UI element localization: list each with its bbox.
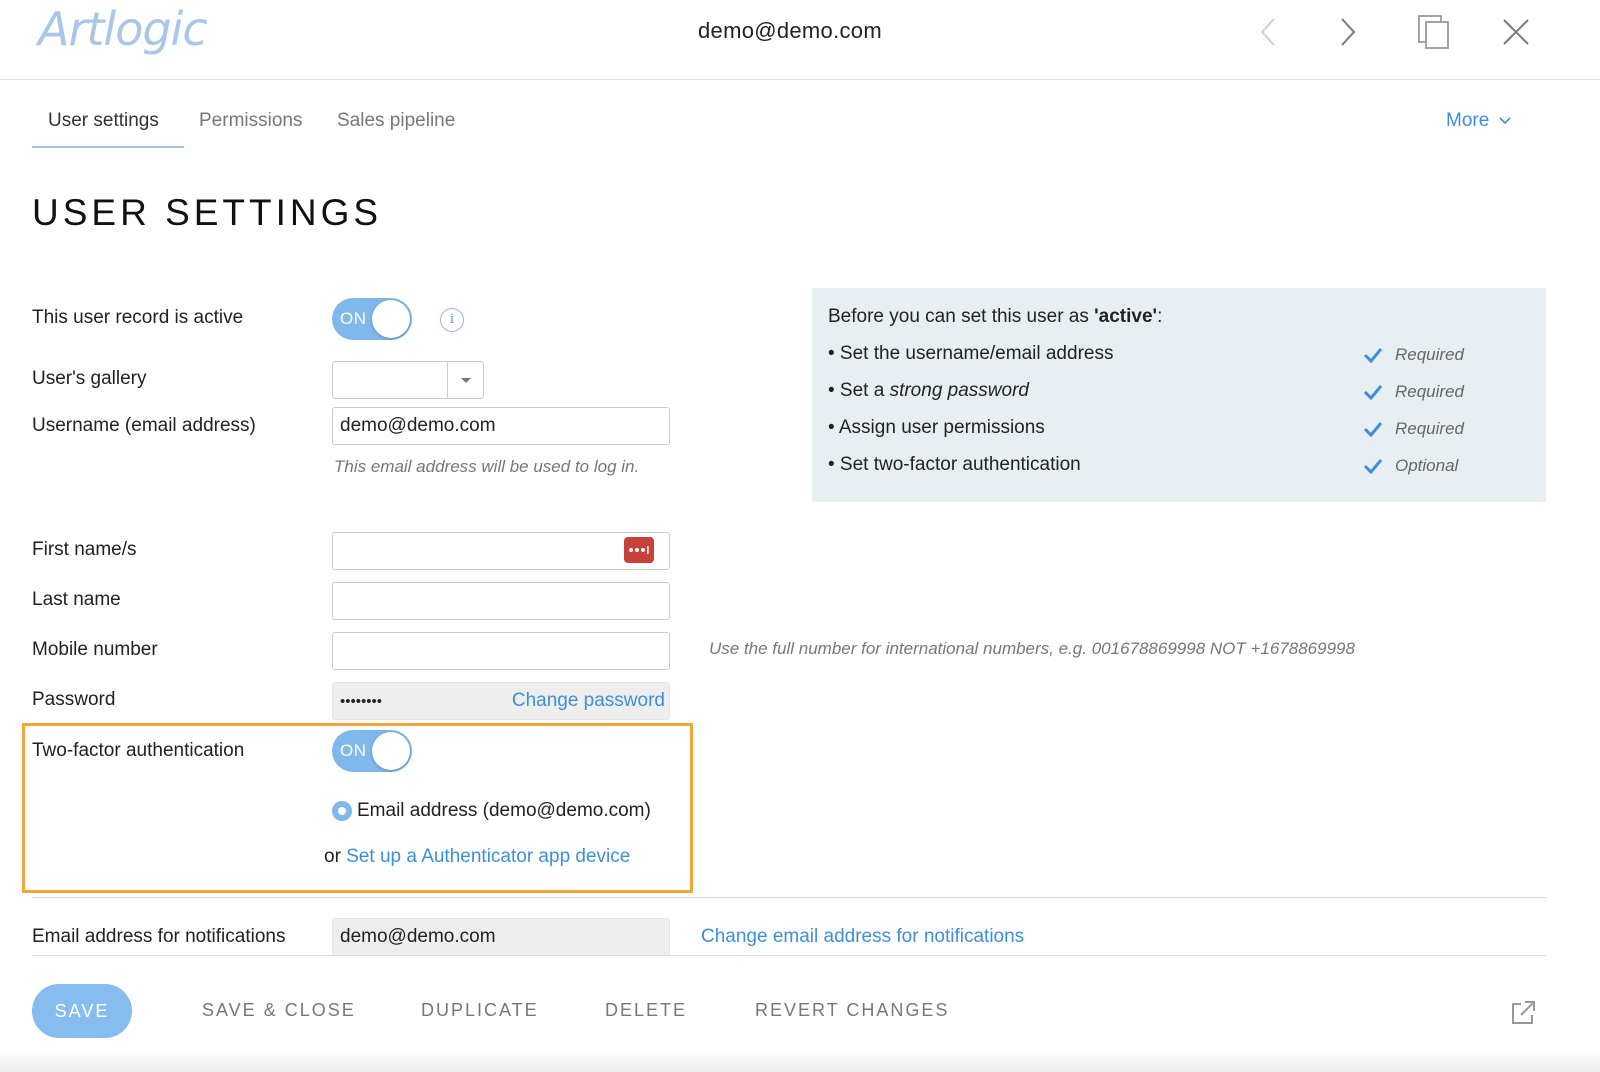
requirements-intro-end: :	[1157, 306, 1163, 327]
active-toggle[interactable]: ON	[332, 298, 412, 340]
revert-changes-button[interactable]: REVERT CHANGES	[755, 1000, 949, 1021]
mobile-label: Mobile number	[32, 639, 158, 660]
authenticator-row: or Set up a Authenticator app device	[324, 846, 630, 868]
select-divider	[447, 362, 448, 398]
bottom-shade	[0, 1050, 1600, 1072]
requirement-status: Optional	[1395, 456, 1459, 475]
notify-email-field: demo@demo.com	[332, 918, 670, 956]
password-label: Password	[32, 689, 116, 710]
username-hint: This email address will be used to log i…	[334, 457, 640, 476]
email-radio-label[interactable]: Email address (demo@demo.com)	[357, 800, 651, 822]
requirement-text: • Assign user permissions	[828, 417, 1045, 439]
requirement-text: • Set two-factor authentication	[828, 454, 1081, 476]
requirements-intro: Before you can set this user as	[828, 306, 1095, 327]
top-bar: Artlogic demo@demo.com	[0, 0, 1600, 80]
page-title: USER SETTINGS	[32, 192, 383, 233]
or-text: or	[324, 846, 341, 867]
check-icon	[1363, 459, 1383, 475]
gallery-select[interactable]	[332, 361, 484, 399]
more-label: More	[1446, 110, 1490, 131]
requirement-row: • Set the username/email address Require…	[828, 343, 1528, 373]
last-name-input[interactable]	[332, 582, 670, 620]
requirement-row: • Assign user permissions Required	[828, 417, 1528, 447]
requirement-row: • Set two-factor authentication Optional	[828, 454, 1528, 484]
tab-permissions[interactable]: Permissions	[183, 104, 318, 148]
save-button[interactable]: SAVE	[32, 984, 132, 1038]
action-bar: SAVE SAVE & CLOSE DUPLICATE DELETE REVER…	[0, 984, 1600, 1040]
check-icon	[1363, 385, 1383, 401]
change-password-link[interactable]: Change password	[512, 683, 665, 719]
requirement-emphasis: strong password	[889, 380, 1029, 401]
chevron-left-icon[interactable]	[1248, 12, 1288, 52]
requirement-status: Required	[1395, 382, 1464, 401]
two-factor-toggle[interactable]: ON	[332, 730, 412, 772]
mobile-input[interactable]	[332, 632, 670, 670]
username-input[interactable]: demo@demo.com	[332, 407, 670, 445]
chevron-right-icon[interactable]	[1328, 12, 1368, 52]
copy-icon[interactable]	[1414, 12, 1454, 52]
requirement-prefix: • Assign user permissions	[828, 417, 1045, 438]
delete-button[interactable]: DELETE	[605, 1000, 687, 1021]
change-notify-email-link[interactable]: Change email address for notifications	[701, 926, 1024, 948]
requirement-prefix: • Set a	[828, 380, 890, 401]
email-radio[interactable]	[332, 801, 352, 821]
gallery-label: User's gallery	[32, 368, 147, 389]
password-field: •••••••• Change password	[332, 682, 670, 720]
last-name-label: Last name	[32, 589, 121, 610]
toggle-knob	[372, 300, 410, 338]
requirement-row: • Set a strong password Required	[828, 380, 1528, 410]
requirements-panel: Before you can set this user as 'active'…	[812, 288, 1546, 502]
requirement-prefix: • Set two-factor authentication	[828, 454, 1081, 475]
authenticator-app-link[interactable]: Set up a Authenticator app device	[346, 846, 630, 867]
first-name-input[interactable]	[332, 532, 670, 570]
divider	[32, 955, 1546, 956]
password-dots: ••••••••	[340, 693, 383, 710]
duplicate-button[interactable]: DUPLICATE	[421, 1000, 539, 1021]
radio-dot	[338, 807, 346, 815]
requirement-status: Required	[1395, 345, 1464, 364]
active-label: This user record is active	[32, 307, 244, 328]
two-factor-toggle-text: ON	[340, 741, 367, 760]
requirements-intro-bold: 'active'	[1094, 306, 1158, 327]
more-menu[interactable]: More	[1446, 110, 1511, 132]
chevron-down-icon	[1499, 117, 1511, 125]
requirements-heading: Before you can set this user as 'active'…	[828, 306, 1162, 328]
first-name-label: First name/s	[32, 539, 137, 560]
two-factor-label: Two-factor authentication	[32, 740, 245, 761]
requirement-text: • Set a strong password	[828, 380, 1029, 402]
external-link-icon[interactable]	[1508, 998, 1538, 1028]
requirement-text: • Set the username/email address	[828, 343, 1113, 365]
caret-down-icon	[461, 378, 471, 383]
password-manager-icon[interactable]	[624, 537, 654, 563]
save-close-button[interactable]: SAVE & CLOSE	[202, 1000, 356, 1021]
requirement-prefix: • Set the username/email address	[828, 343, 1114, 364]
tab-sales-pipeline[interactable]: Sales pipeline	[321, 104, 471, 148]
active-toggle-text: ON	[340, 309, 367, 328]
username-label: Username (email address)	[32, 415, 256, 436]
requirement-status: Required	[1395, 419, 1464, 438]
check-icon	[1363, 348, 1383, 364]
mobile-hint: Use the full number for international nu…	[709, 639, 1355, 658]
divider	[32, 897, 1546, 898]
check-icon	[1363, 422, 1383, 438]
tab-user-settings[interactable]: User settings	[32, 104, 184, 148]
close-icon[interactable]	[1496, 12, 1536, 52]
info-icon[interactable]: i	[440, 308, 464, 332]
notify-label: Email address for notifications	[32, 926, 286, 947]
toggle-knob	[372, 732, 410, 770]
